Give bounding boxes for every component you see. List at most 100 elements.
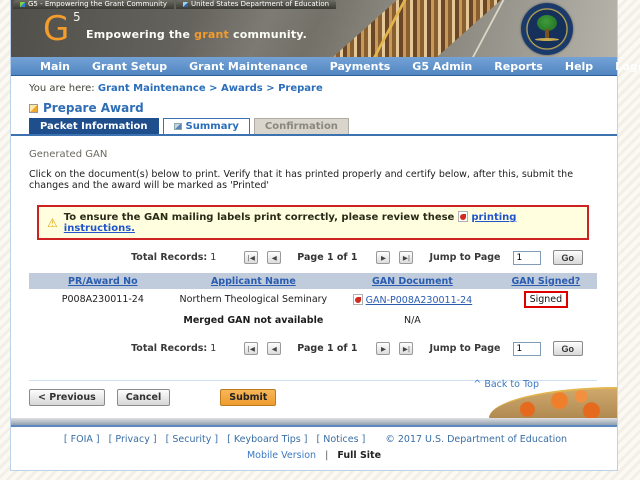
tab-packet-information[interactable]: Packet Information <box>29 118 159 134</box>
cell-gan-document: N/A <box>403 315 421 326</box>
main-nav: Main Grant Setup Grant Maintenance Payme… <box>11 57 640 76</box>
page-indicator: Page 1 of 1 <box>297 343 358 354</box>
total-records-value: 1 <box>210 252 217 263</box>
jump-to-page-label: Jump to Page <box>429 252 501 263</box>
go-button[interactable]: Go <box>552 341 583 356</box>
bracket: [ <box>165 434 170 445</box>
seal-ground <box>535 38 559 41</box>
footer-divider-bar <box>11 418 617 427</box>
prev-page-button[interactable]: ◀ <box>267 342 282 355</box>
next-page-button[interactable]: ▶ <box>376 251 391 264</box>
tab-summary[interactable]: Summary <box>162 118 250 134</box>
footer-link-notices[interactable]: Notices <box>323 434 358 445</box>
warning-banner: ⚠ To ensure the GAN mailing labels print… <box>37 205 589 240</box>
bracket: ] <box>303 434 308 445</box>
browser-tab-ed[interactable]: United States Department of Education <box>176 0 337 9</box>
signed-status-badge: Signed <box>523 291 569 308</box>
bracket: ] <box>361 434 366 445</box>
breadcrumb: You are here: Grant Maintenance > Awards… <box>11 76 617 99</box>
pdf-icon <box>457 211 468 222</box>
total-records-label: Total Records: <box>131 252 208 263</box>
app-window: G5 - Empowering the Grant Community Unit… <box>10 0 640 471</box>
header-pr-award-no[interactable]: PR/Award No <box>68 276 138 287</box>
tab-summary-label: Summary <box>185 121 239 132</box>
breadcrumb-path[interactable]: Grant Maintenance > Awards > Prepare <box>98 83 323 94</box>
banner-tagline: Empowering the grant community. <box>86 28 307 41</box>
table-header-row: PR/Award No Applicant Name GAN Document … <box>29 273 597 289</box>
total-records-value: 1 <box>210 343 217 354</box>
nav-item-g5-admin[interactable]: G5 Admin <box>401 60 483 73</box>
section-label: Generated GAN <box>29 149 108 160</box>
footer-link-keyboard-tips[interactable]: Keyboard Tips <box>234 434 301 445</box>
banner: G5 - Empowering the Grant Community Unit… <box>11 0 617 57</box>
first-page-button[interactable]: |◀ <box>244 251 259 264</box>
footer-link-privacy[interactable]: Privacy <box>115 434 149 445</box>
bracket: [ <box>108 434 113 445</box>
footer-site-row: Mobile Version | Full Site <box>11 450 617 461</box>
pagination-bottom: Total Records: 1 |◀ ◀ Page 1 of 1 ▶ ▶| J… <box>29 341 597 356</box>
header-gan-signed[interactable]: GAN Signed? <box>511 276 580 287</box>
jump-to-page-input[interactable] <box>512 341 541 356</box>
warning-icon: ⚠ <box>47 215 58 230</box>
submit-button[interactable]: Submit <box>220 389 277 406</box>
tagline-prefix: Empowering the <box>86 28 195 41</box>
last-page-button[interactable]: ▶| <box>399 342 414 355</box>
tab-bar: Packet Information Summary Confirmation <box>11 118 617 136</box>
main-content: Generated GAN Click on the document(s) b… <box>11 149 617 406</box>
bracket: ] <box>95 434 100 445</box>
breadcrumb-prefix: You are here: <box>29 83 95 94</box>
go-button[interactable]: Go <box>552 250 583 265</box>
browser-tabs: G5 - Empowering the Grant Community Unit… <box>13 0 338 9</box>
g5-favicon-icon <box>20 2 25 7</box>
warning-text: To ensure the GAN mailing labels print c… <box>64 211 579 234</box>
jump-to-page-input[interactable] <box>512 250 541 265</box>
bracket: [ <box>63 434 68 445</box>
mobile-version-link[interactable]: Mobile Version <box>247 450 316 461</box>
nav-item-help[interactable]: Help <box>554 60 604 73</box>
gan-document-link[interactable]: GAN-P008A230011-24 <box>366 295 473 306</box>
cell-gan-document: GAN-P008A230011-24 <box>330 293 495 306</box>
summary-tab-icon <box>173 123 182 130</box>
dept-of-education-seal-icon <box>521 3 573 55</box>
g5-logo-5: 5 <box>73 10 81 24</box>
nav-item-reports[interactable]: Reports <box>483 60 554 73</box>
previous-button[interactable]: < Previous <box>29 389 105 406</box>
warning-text-body: To ensure the GAN mailing labels print c… <box>63 212 455 223</box>
page-title: Prepare Award <box>43 101 144 115</box>
tab-packet-information-label: Packet Information <box>40 121 148 132</box>
footer-link-security[interactable]: Security <box>172 434 211 445</box>
prev-page-button[interactable]: ◀ <box>267 251 282 264</box>
nav-item-main[interactable]: Main <box>29 60 81 73</box>
nav-item-logout[interactable]: Logout <box>604 60 640 73</box>
bracket: ] <box>214 434 219 445</box>
bracket: [ <box>316 434 321 445</box>
full-site-label: Full Site <box>337 450 382 461</box>
footer-link-foia[interactable]: FOIA <box>71 434 93 445</box>
header-applicant-name[interactable]: Applicant Name <box>211 276 296 287</box>
page-indicator: Page 1 of 1 <box>297 252 358 263</box>
print-instructions-text: Click on the document(s) below to print.… <box>29 169 574 191</box>
pagination-top: Total Records: 1 |◀ ◀ Page 1 of 1 ▶ ▶| J… <box>29 250 597 265</box>
header-gan-document[interactable]: GAN Document <box>372 276 453 287</box>
browser-tab-g5-label: G5 - Empowering the Grant Community <box>28 0 168 8</box>
back-to-top-link[interactable]: ^ Back to Top <box>473 379 539 390</box>
nav-item-grant-maintenance[interactable]: Grant Maintenance <box>178 60 319 73</box>
next-page-button[interactable]: ▶ <box>376 342 391 355</box>
ed-favicon-icon <box>183 2 189 7</box>
cell-merged-gan: Merged GAN not available <box>183 315 324 326</box>
tagline-accent: grant <box>194 28 229 41</box>
cell-award-no: P008A230011-24 <box>61 294 144 305</box>
browser-tab-g5[interactable]: G5 - Empowering the Grant Community <box>13 0 175 9</box>
nav-item-payments[interactable]: Payments <box>319 60 402 73</box>
page-background: G5 - Empowering the Grant Community Unit… <box>0 0 640 480</box>
table-row: Merged GAN not available N/A <box>29 310 597 331</box>
cell-applicant: Northern Theological Seminary <box>179 294 328 305</box>
first-page-button[interactable]: |◀ <box>244 342 259 355</box>
cancel-button[interactable]: Cancel <box>116 389 171 406</box>
footer-links-row: [ FOIA ] [ Privacy ] [ Security ] [ Keyb… <box>11 434 617 445</box>
nav-item-grant-setup[interactable]: Grant Setup <box>81 60 178 73</box>
total-records-label: Total Records: <box>131 343 208 354</box>
cell-gan-signed: Signed <box>495 291 597 308</box>
tagline-suffix: community. <box>228 28 308 41</box>
last-page-button[interactable]: ▶| <box>399 251 414 264</box>
